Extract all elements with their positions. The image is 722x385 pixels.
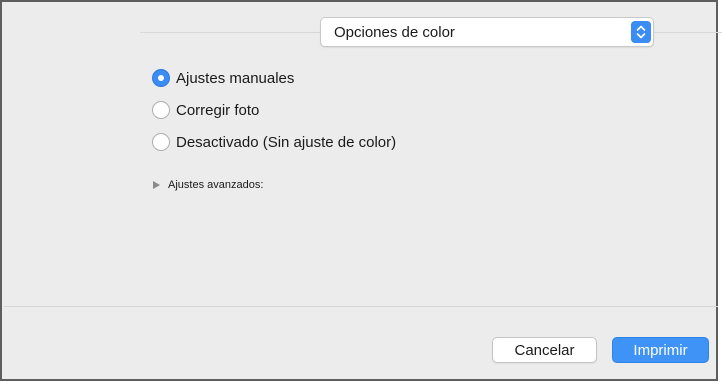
radio-label: Desactivado (Sin ajuste de color) bbox=[176, 133, 397, 151]
up-down-chevron-icon bbox=[631, 21, 651, 43]
popup-selected-value: Opciones de color bbox=[334, 24, 455, 41]
radio-label: Corregir foto bbox=[176, 101, 260, 119]
disclosure-triangle-icon[interactable] bbox=[153, 181, 160, 189]
print-dialog-panel: Opciones de color Ajustes manuales Corre… bbox=[0, 0, 722, 381]
bottom-divider bbox=[4, 306, 718, 307]
radio-button[interactable] bbox=[152, 133, 170, 151]
radio-option-manual[interactable]: Ajustes manuales bbox=[152, 66, 294, 90]
radio-option-off[interactable]: Desactivado (Sin ajuste de color) bbox=[152, 130, 396, 154]
print-button[interactable]: Imprimir bbox=[612, 337, 709, 363]
radio-button-checked[interactable] bbox=[152, 69, 170, 87]
radio-option-photo[interactable]: Corregir foto bbox=[152, 98, 259, 122]
radio-label: Ajustes manuales bbox=[176, 69, 295, 87]
advanced-settings-disclosure[interactable]: Ajustes avanzados: bbox=[153, 177, 263, 193]
cancel-button[interactable]: Cancelar bbox=[492, 337, 597, 363]
advanced-settings-label: Ajustes avanzados: bbox=[168, 179, 264, 191]
options-popup-button[interactable]: Opciones de color bbox=[320, 17, 654, 47]
radio-button[interactable] bbox=[152, 101, 170, 119]
